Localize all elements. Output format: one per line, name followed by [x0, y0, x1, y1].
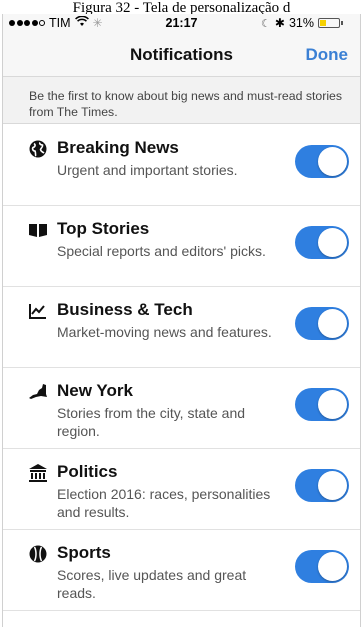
notification-title: Sports: [57, 543, 111, 562]
notification-row-business-tech: Business & Tech Market-moving news and f…: [3, 287, 360, 368]
notification-title: Breaking News: [57, 138, 179, 157]
notification-row-new-york: New York Stories from the city, state an…: [3, 368, 360, 449]
sports-toggle[interactable]: [295, 550, 349, 583]
toggle-knob: [318, 390, 347, 419]
baseball-icon: [28, 544, 48, 564]
line-chart-icon: [28, 301, 48, 321]
new-york-toggle[interactable]: [295, 388, 349, 421]
bluetooth-icon: ✱: [274, 16, 285, 30]
business-tech-toggle[interactable]: [295, 307, 349, 340]
notification-description: Market-moving news and features.: [57, 324, 272, 340]
notification-title: Top Stories: [57, 219, 150, 238]
toggle-knob: [318, 552, 347, 581]
navigation-bar: Notifications Done: [3, 33, 360, 77]
notification-list: Breaking News Urgent and important stori…: [3, 125, 360, 611]
toggle-knob: [318, 147, 347, 176]
phone-screen: TIM ✳ 21:17 ☾ ✱ 31% Notifications Done B…: [2, 14, 361, 627]
politics-toggle[interactable]: [295, 469, 349, 502]
toggle-knob: [318, 228, 347, 257]
done-button[interactable]: Done: [306, 45, 349, 65]
capitol-building-icon: [28, 463, 48, 483]
globe-icon: [28, 139, 48, 159]
notification-title: New York: [57, 381, 133, 400]
notification-description: Stories from the city, state and region.: [57, 405, 246, 439]
status-bar: TIM ✳ 21:17 ☾ ✱ 31%: [3, 14, 360, 33]
notification-description: Urgent and important stories.: [57, 162, 238, 178]
notification-description: Scores, live updates and great reads.: [57, 567, 247, 601]
notification-row-breaking-news: Breaking News Urgent and important stori…: [3, 125, 360, 206]
moon-icon: ☾: [261, 17, 271, 30]
toggle-knob: [318, 471, 347, 500]
notification-description: Election 2016: races, personalities and …: [57, 486, 271, 520]
battery-icon: [318, 18, 343, 28]
breaking-news-toggle[interactable]: [295, 145, 349, 178]
toggle-knob: [318, 309, 347, 338]
notification-row-sports: Sports Scores, live updates and great re…: [3, 530, 360, 611]
battery-percent: 31%: [288, 16, 314, 30]
notification-title: Politics: [57, 462, 118, 481]
new-york-state-icon: [28, 382, 48, 402]
notification-title: Business & Tech: [57, 300, 193, 319]
status-right: ☾ ✱ 31%: [261, 16, 343, 30]
top-stories-toggle[interactable]: [295, 226, 349, 259]
open-book-icon: [28, 220, 48, 240]
notification-row-politics: Politics Election 2016: races, personali…: [3, 449, 360, 530]
notification-row-top-stories: Top Stories Special reports and editors'…: [3, 206, 360, 287]
notification-description: Special reports and editors' picks.: [57, 243, 266, 259]
intro-text: Be the first to know about big news and …: [3, 77, 360, 124]
